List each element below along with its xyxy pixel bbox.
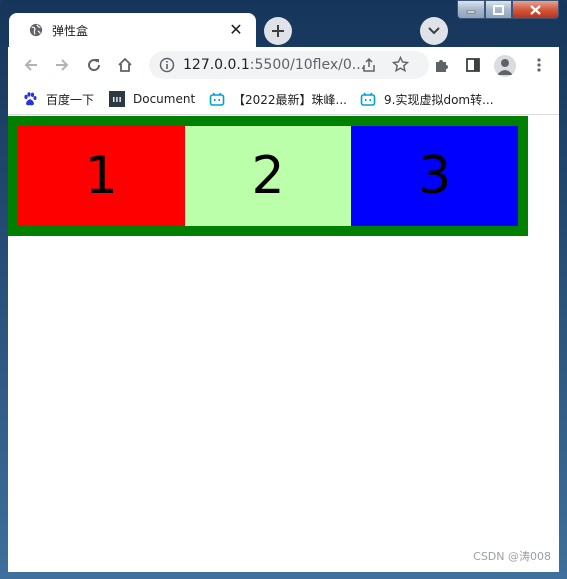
browser-window: 弹性盒 ✕ 127.0.0.1:5500/10flex/0... 百度一下 Do…	[0, 0, 567, 579]
side-panel-button[interactable]	[464, 56, 482, 74]
minimize-button[interactable]	[457, 0, 485, 19]
address-bar[interactable]: 127.0.0.1:5500/10flex/0...	[149, 51, 429, 79]
profile-avatar[interactable]	[494, 55, 516, 77]
maximize-button[interactable]	[485, 0, 512, 19]
maximize-icon	[493, 4, 504, 15]
bookmark-bilibili-1[interactable]: 【2022最新】珠峰...	[209, 90, 347, 108]
reload-icon	[88, 59, 101, 72]
arrow-left-icon	[24, 59, 37, 71]
tab-search-button[interactable]	[420, 17, 448, 45]
new-tab-button[interactable]	[264, 17, 292, 45]
plus-icon	[272, 25, 284, 37]
bookmark-label: Document	[133, 92, 196, 106]
close-icon	[530, 4, 541, 15]
bookmark-label: 【2022最新】珠峰...	[233, 92, 347, 107]
info-icon[interactable]	[159, 57, 175, 73]
arrow-right-icon	[56, 59, 69, 71]
share-icon[interactable]	[361, 57, 377, 73]
bookmark-bilibili-2[interactable]: 9.实现虚拟dom转...	[360, 90, 494, 108]
url-host: 127.0.0.1	[183, 57, 250, 73]
globe-icon	[29, 23, 43, 37]
flex-item-3: 3	[351, 126, 519, 226]
bookmarks-bar: 百度一下 Document 【2022最新】珠峰... 9.实现虚拟dom转..…	[8, 84, 559, 115]
forward-button[interactable]	[53, 56, 71, 74]
flex-container: 1 2 3	[8, 116, 528, 236]
extensions-button[interactable]	[432, 56, 450, 74]
minimize-icon	[466, 10, 476, 13]
kebab-menu-icon	[537, 58, 541, 72]
flex-item-1: 1	[18, 126, 185, 226]
home-icon	[118, 57, 132, 72]
back-button[interactable]	[22, 56, 40, 74]
chevron-down-icon	[428, 27, 440, 35]
person-icon	[497, 59, 513, 75]
bilibili-tv-icon	[360, 91, 376, 107]
side-panel-icon	[466, 58, 480, 72]
page-viewport: 1 2 3 CSDN @涛008	[8, 115, 559, 572]
document-icon	[109, 91, 125, 107]
bookmark-label: 百度一下	[46, 92, 95, 107]
window-controls	[457, 0, 559, 20]
tab-close-icon[interactable]: ✕	[228, 22, 244, 38]
tab-active[interactable]: 弹性盒 ✕	[9, 13, 256, 47]
url-path: :5500/10flex/0...	[249, 57, 366, 73]
menu-button[interactable]	[530, 56, 548, 74]
bookmark-document[interactable]: Document	[109, 90, 195, 108]
bilibili-tv-icon	[209, 91, 225, 107]
bookmark-baidu[interactable]: 百度一下	[22, 90, 94, 108]
browser-toolbar: 127.0.0.1:5500/10flex/0...	[8, 47, 559, 84]
home-button[interactable]	[116, 56, 134, 74]
puzzle-icon	[436, 60, 448, 72]
baidu-paw-icon	[22, 91, 38, 107]
address-url[interactable]: 127.0.0.1:5500/10flex/0...	[183, 57, 365, 73]
tab-title: 弹性盒	[52, 23, 89, 38]
bookmark-label: 9.实现虚拟dom转...	[384, 92, 494, 107]
watermark: CSDN @涛008	[473, 550, 551, 563]
close-window-button[interactable]	[512, 0, 559, 19]
star-icon[interactable]	[392, 56, 409, 73]
window-bottom-frame	[0, 572, 567, 579]
reload-button[interactable]	[85, 56, 103, 74]
flex-item-2: 2	[184, 126, 352, 226]
